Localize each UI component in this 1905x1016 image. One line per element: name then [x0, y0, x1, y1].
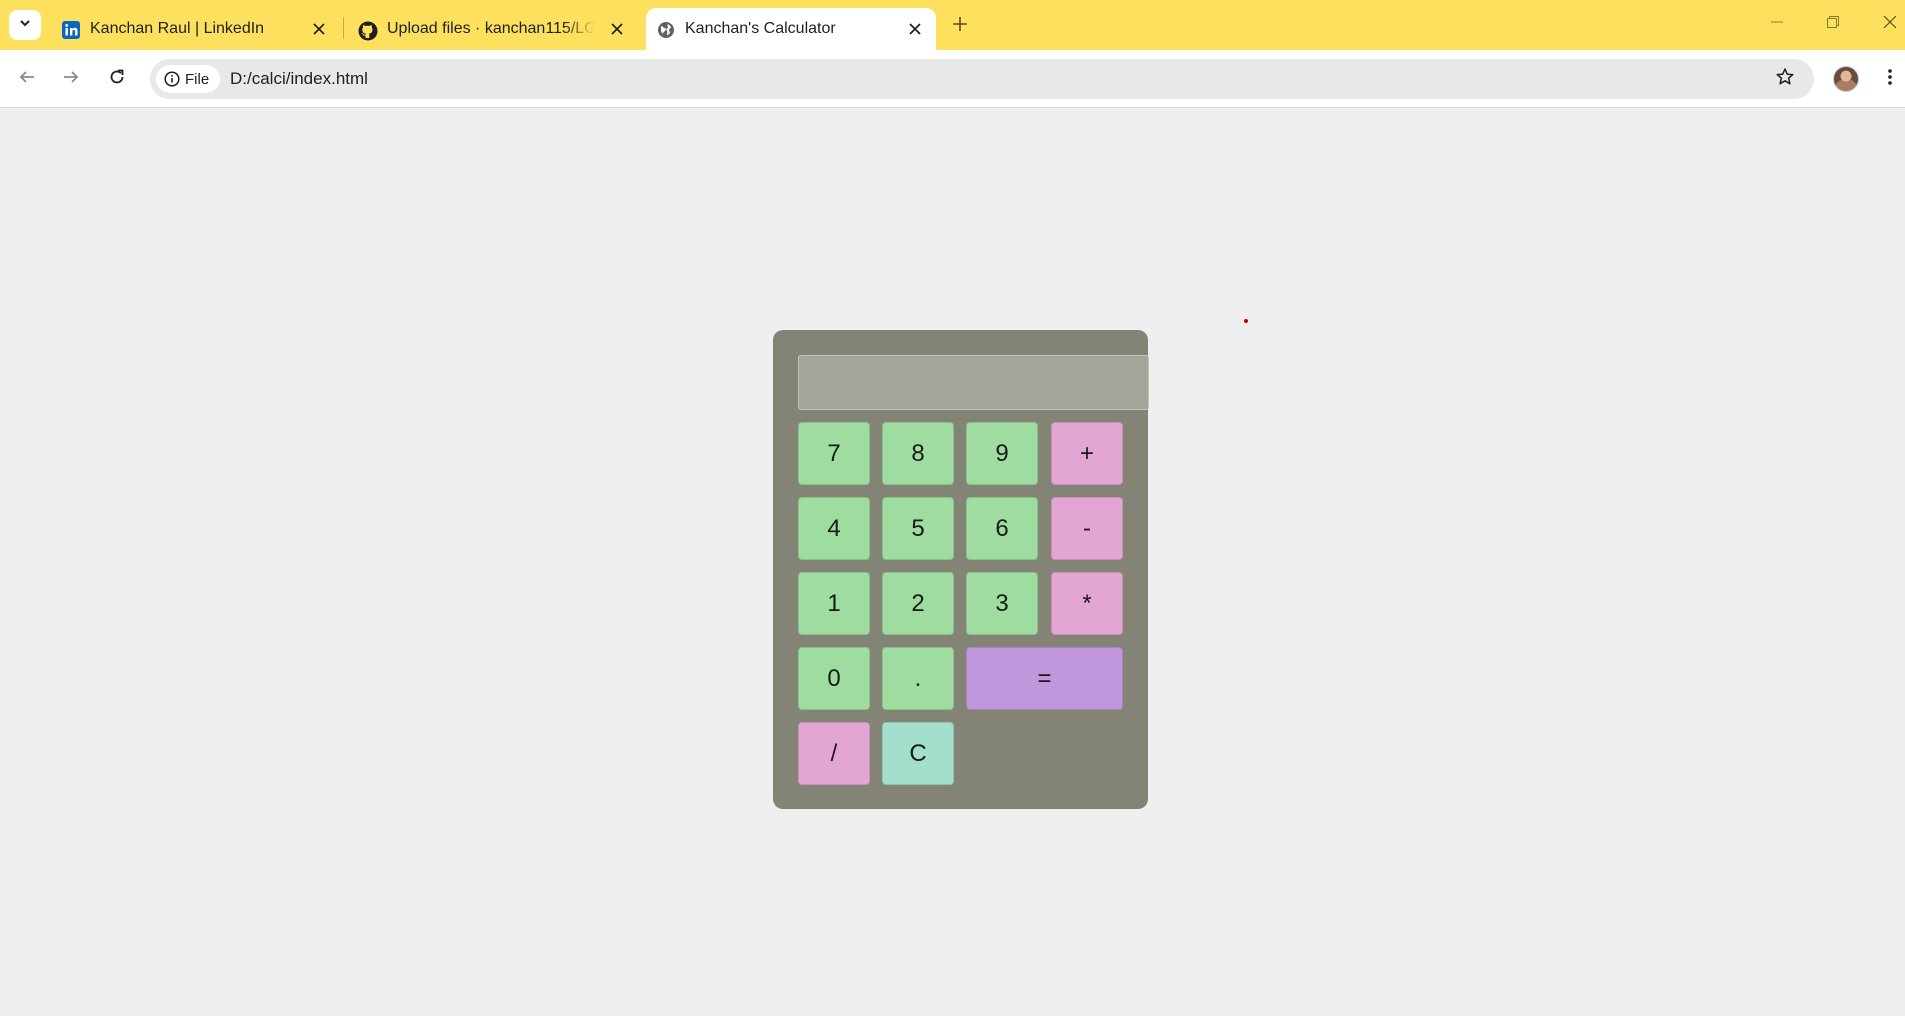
key-divide[interactable]: /: [798, 722, 870, 785]
chevron-down-icon: [18, 16, 32, 35]
calculator: 7 8 9 + 4 5 6 - 1 2 3 * 0 . = / C: [773, 330, 1149, 809]
close-icon: [1883, 15, 1897, 34]
key-6[interactable]: 6: [966, 497, 1038, 560]
key-clear[interactable]: C: [882, 722, 954, 785]
site-info-chip[interactable]: File: [156, 65, 220, 93]
close-tab-icon[interactable]: [608, 20, 626, 38]
reload-icon: [108, 68, 126, 91]
linkedin-icon: [62, 21, 80, 39]
browser-toolbar: File D:/calci/index.html: [0, 50, 1905, 108]
close-tab-icon[interactable]: [310, 20, 328, 38]
key-decimal[interactable]: .: [882, 647, 954, 710]
key-plus[interactable]: +: [1051, 422, 1123, 485]
key-minus[interactable]: -: [1051, 497, 1123, 560]
arrow-left-icon: [18, 68, 36, 91]
minimize-icon: [1770, 15, 1784, 34]
address-bar[interactable]: File D:/calci/index.html: [150, 59, 1814, 99]
tab-github[interactable]: Upload files · kanchan115/LGMVIP-WebDev: [344, 8, 634, 50]
key-equals[interactable]: =: [966, 647, 1123, 710]
more-vertical-icon: [1887, 68, 1893, 91]
profile-avatar[interactable]: [1833, 66, 1859, 92]
globe-icon: [657, 21, 675, 39]
arrow-right-icon: [62, 68, 80, 91]
key-0[interactable]: 0: [798, 647, 870, 710]
tab-strip: Kanchan Raul | LinkedIn Upload files · k…: [0, 0, 1905, 50]
info-icon: [164, 71, 180, 87]
tab-title: Kanchan's Calculator: [685, 20, 836, 37]
window-close-button[interactable]: [1878, 12, 1902, 36]
bookmark-button[interactable]: [1774, 67, 1796, 92]
key-9[interactable]: 9: [966, 422, 1038, 485]
key-5[interactable]: 5: [882, 497, 954, 560]
key-2[interactable]: 2: [882, 572, 954, 635]
new-tab-button[interactable]: [948, 14, 972, 38]
restore-button[interactable]: [1821, 12, 1845, 36]
key-4[interactable]: 4: [798, 497, 870, 560]
tab-calculator[interactable]: Kanchan's Calculator: [646, 8, 936, 50]
tab-linkedin[interactable]: Kanchan Raul | LinkedIn: [46, 8, 336, 50]
tab-search-button[interactable]: [9, 10, 41, 40]
restore-icon: [1826, 15, 1840, 34]
close-tab-icon[interactable]: [906, 20, 924, 38]
star-icon: [1775, 67, 1795, 92]
forward-button[interactable]: [57, 65, 85, 93]
stray-dot: [1244, 319, 1248, 323]
reload-button[interactable]: [103, 65, 131, 93]
file-chip-label: File: [185, 70, 210, 88]
key-multiply[interactable]: *: [1051, 572, 1123, 635]
calculator-display[interactable]: [798, 355, 1149, 410]
browser-menu-button[interactable]: [1880, 65, 1900, 93]
plus-icon: [952, 16, 968, 37]
tab-title: Upload files · kanchan115/LGMVIP-WebDev: [387, 20, 595, 37]
key-1[interactable]: 1: [798, 572, 870, 635]
url-text[interactable]: D:/calci/index.html: [230, 69, 368, 89]
key-7[interactable]: 7: [798, 422, 870, 485]
tab-title: Kanchan Raul | LinkedIn: [90, 20, 265, 37]
github-icon: [358, 21, 378, 41]
key-3[interactable]: 3: [966, 572, 1038, 635]
minimize-button[interactable]: [1765, 12, 1789, 36]
key-8[interactable]: 8: [882, 422, 954, 485]
back-button[interactable]: [13, 65, 41, 93]
